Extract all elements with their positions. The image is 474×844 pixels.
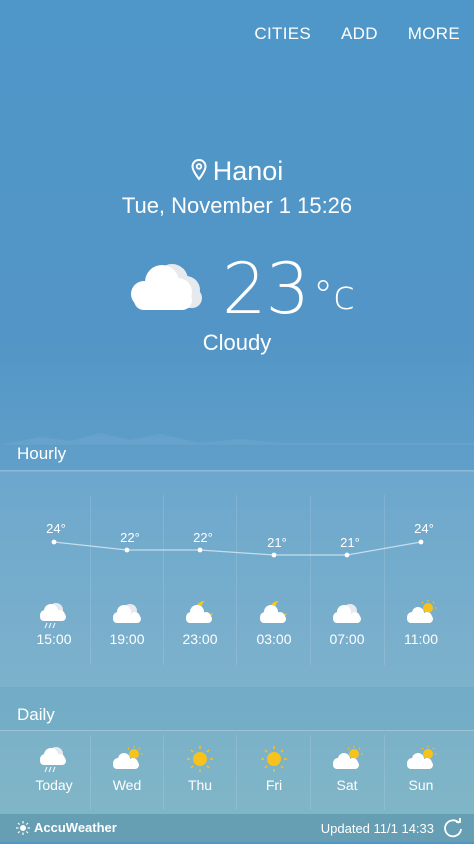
cloud-rain-icon bbox=[40, 747, 66, 773]
add-button[interactable]: ADD bbox=[341, 24, 378, 44]
background-mountains bbox=[0, 433, 474, 445]
brand-name: AccuWeather bbox=[34, 820, 117, 835]
city-name: Hanoi bbox=[212, 156, 284, 186]
divider bbox=[384, 735, 385, 810]
temp-point bbox=[418, 539, 424, 545]
divider bbox=[90, 735, 91, 810]
hourly-temp: 22° bbox=[120, 530, 140, 545]
current-weather: 23 °c bbox=[128, 248, 355, 330]
hourly-temp: 24° bbox=[414, 521, 434, 536]
divider bbox=[163, 735, 164, 810]
sun-cloud-icon bbox=[407, 600, 437, 623]
divider bbox=[236, 735, 237, 810]
hourly-time: 23:00 bbox=[182, 631, 218, 647]
daily-day: Wed bbox=[112, 777, 142, 793]
footer-bar: AccuWeather Updated 11/1 14:33 bbox=[0, 814, 474, 842]
accuweather-logo[interactable]: AccuWeather bbox=[16, 820, 117, 835]
daily-day: Sat bbox=[336, 777, 358, 793]
current-datetime: Tue, November 1 15:26 bbox=[121, 193, 353, 218]
last-updated: Updated 11/1 14:33 bbox=[320, 821, 434, 836]
hourly-panel[interactable] bbox=[0, 471, 474, 687]
hourly-temp: 21° bbox=[340, 535, 360, 550]
daily-day: Sun bbox=[408, 777, 434, 793]
sun-icon bbox=[261, 746, 287, 772]
temp-point bbox=[51, 539, 57, 545]
hourly-time: 03:00 bbox=[256, 631, 292, 647]
temp-point bbox=[344, 552, 350, 558]
current-temperature: 23 bbox=[222, 248, 310, 330]
current-condition: Cloudy bbox=[202, 330, 272, 355]
moon-cloud-icon bbox=[260, 600, 287, 623]
cities-button[interactable]: CITIES bbox=[254, 24, 311, 44]
sun-logo-icon bbox=[16, 820, 30, 835]
location-pin-icon bbox=[191, 157, 207, 188]
daily-day: Thu bbox=[187, 777, 213, 793]
temperature-unit: °c bbox=[313, 273, 356, 319]
top-nav: CITIES ADD MORE bbox=[224, 24, 460, 44]
sun-cloud-icon bbox=[113, 746, 143, 769]
divider bbox=[310, 735, 311, 810]
moon-cloud-icon bbox=[186, 600, 213, 623]
hourly-time: 11:00 bbox=[404, 631, 438, 647]
temp-point bbox=[124, 547, 130, 553]
hourly-label: Hourly bbox=[17, 444, 67, 463]
sun-icon bbox=[187, 746, 213, 772]
daily-day: Today bbox=[35, 777, 73, 793]
sun-cloud-icon bbox=[407, 746, 437, 769]
hourly-time: 15:00 bbox=[36, 631, 72, 647]
refresh-icon bbox=[444, 818, 462, 838]
cloudy-icon bbox=[113, 604, 141, 623]
hourly-temp: 24° bbox=[46, 521, 66, 536]
daily-day: Fri bbox=[265, 777, 283, 793]
cloudy-icon bbox=[128, 260, 210, 319]
cloud-rain-icon bbox=[40, 603, 66, 629]
hourly-time: 07:00 bbox=[329, 631, 365, 647]
hourly-temp: 22° bbox=[193, 530, 213, 545]
more-button[interactable]: MORE bbox=[408, 24, 460, 44]
sun-cloud-icon bbox=[333, 746, 363, 769]
location-header: Hanoi bbox=[0, 156, 474, 188]
daily-panel[interactable] bbox=[0, 731, 474, 814]
refresh-button[interactable] bbox=[442, 817, 464, 844]
hourly-temp: 21° bbox=[267, 535, 287, 550]
cloudy-icon bbox=[333, 604, 361, 623]
temp-point bbox=[271, 552, 277, 558]
daily-label: Daily bbox=[17, 705, 55, 724]
temp-point bbox=[197, 547, 203, 553]
hourly-time: 19:00 bbox=[109, 631, 145, 647]
